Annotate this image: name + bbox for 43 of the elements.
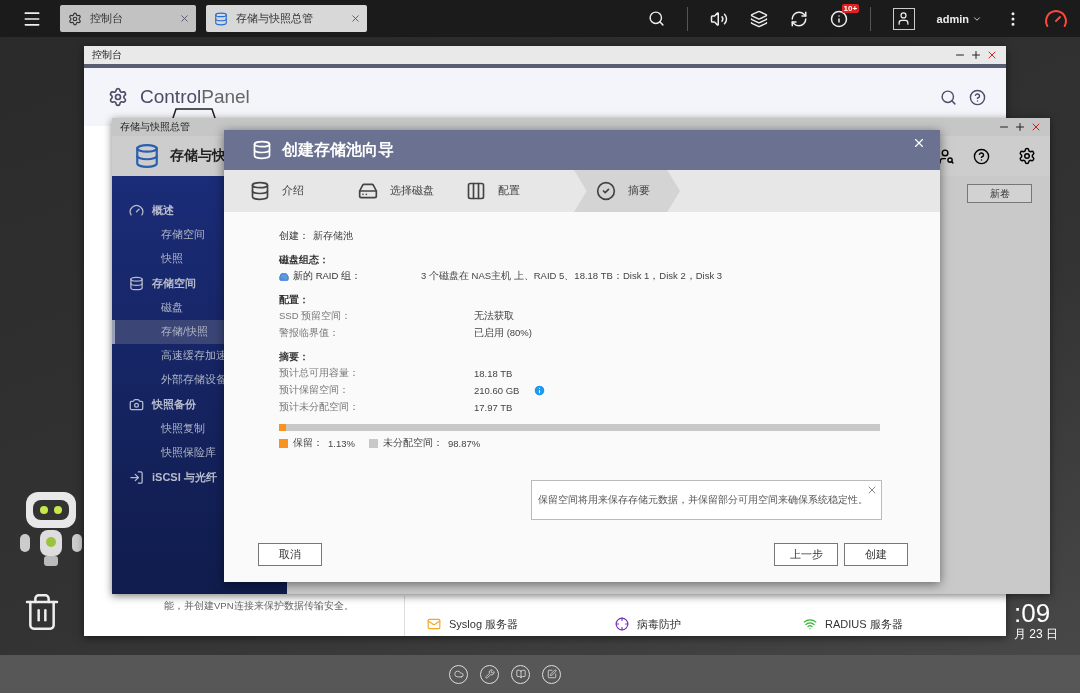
wizard-step[interactable]: 配置 [466,170,568,212]
user-menu[interactable]: admin [936,12,982,25]
section-heading: 摘要： [279,349,310,364]
legend-value: 1.13% [328,438,355,449]
clock-date: 月 23 日 [1014,626,1058,643]
field-value: 210.60 GB [474,385,520,396]
back-button[interactable]: 上一步 [774,543,838,566]
field-value: 无法获取 [474,310,514,323]
notification-badge: 10+ [841,3,860,13]
service-link[interactable]: Syslog 服务器 [427,612,615,636]
field-value: 3 个磁盘在 NAS主机 上、RAID 5、18.18 TB：Disk 1，Disk 2，Disk 3 [421,270,723,283]
cancel-button[interactable]: 取消 [258,543,322,566]
field-value: 新存储池 [313,230,353,243]
legend-value: 98.87% [447,438,481,449]
service-link[interactable]: 病毒防护 [615,612,803,636]
field-label: 预计未分配空间： [279,401,360,414]
dialog-title: 创建存储池向导 [282,139,394,160]
window-title: 存储与快照总管 [120,120,190,134]
create-button[interactable]: 创建 [844,543,908,566]
wizard-step[interactable]: 介绍 [250,170,352,212]
field-value: 18.18 TB [474,368,513,379]
window-title: 控制台 [92,48,122,62]
app-logo: ControlPanel [140,86,250,108]
taskbar-tab[interactable]: 存储与快照总管 [206,5,367,32]
field-label: SSD 预留空间： [279,310,353,323]
legend-label: 保留： [293,437,323,450]
field-label: 预计保留空间： [279,384,350,397]
field-label: 预计总可用容量： [279,367,360,380]
field-value: 已启用 (80%) [474,327,532,340]
taskbar-tab[interactable]: 控制台 [60,5,196,32]
wizard-step[interactable]: 选择磁盘 [358,170,460,212]
field-label: 创建： [279,230,310,243]
tooltip-text: 保留空间将用来保存存储元数据，并保留部分可用空间来确保系统稳定性。 [538,493,868,507]
new-volume-button[interactable]: 新卷 [967,184,1032,203]
wizard-step[interactable]: 摘要 [574,170,680,212]
field-value: 17.97 TB [474,402,513,413]
field-label: 新的 RAID 组： [293,270,362,283]
legend-label: 未分配空间： [382,437,443,450]
section-heading: 磁盘组态： [279,252,330,267]
description-text: 能，并创建VPN连接来保护数据传输安全。 [163,599,355,613]
section-heading: 配置： [279,292,310,307]
clock-time: :09 [1014,598,1051,628]
service-link[interactable]: RADIUS 服务器 [803,612,1003,636]
